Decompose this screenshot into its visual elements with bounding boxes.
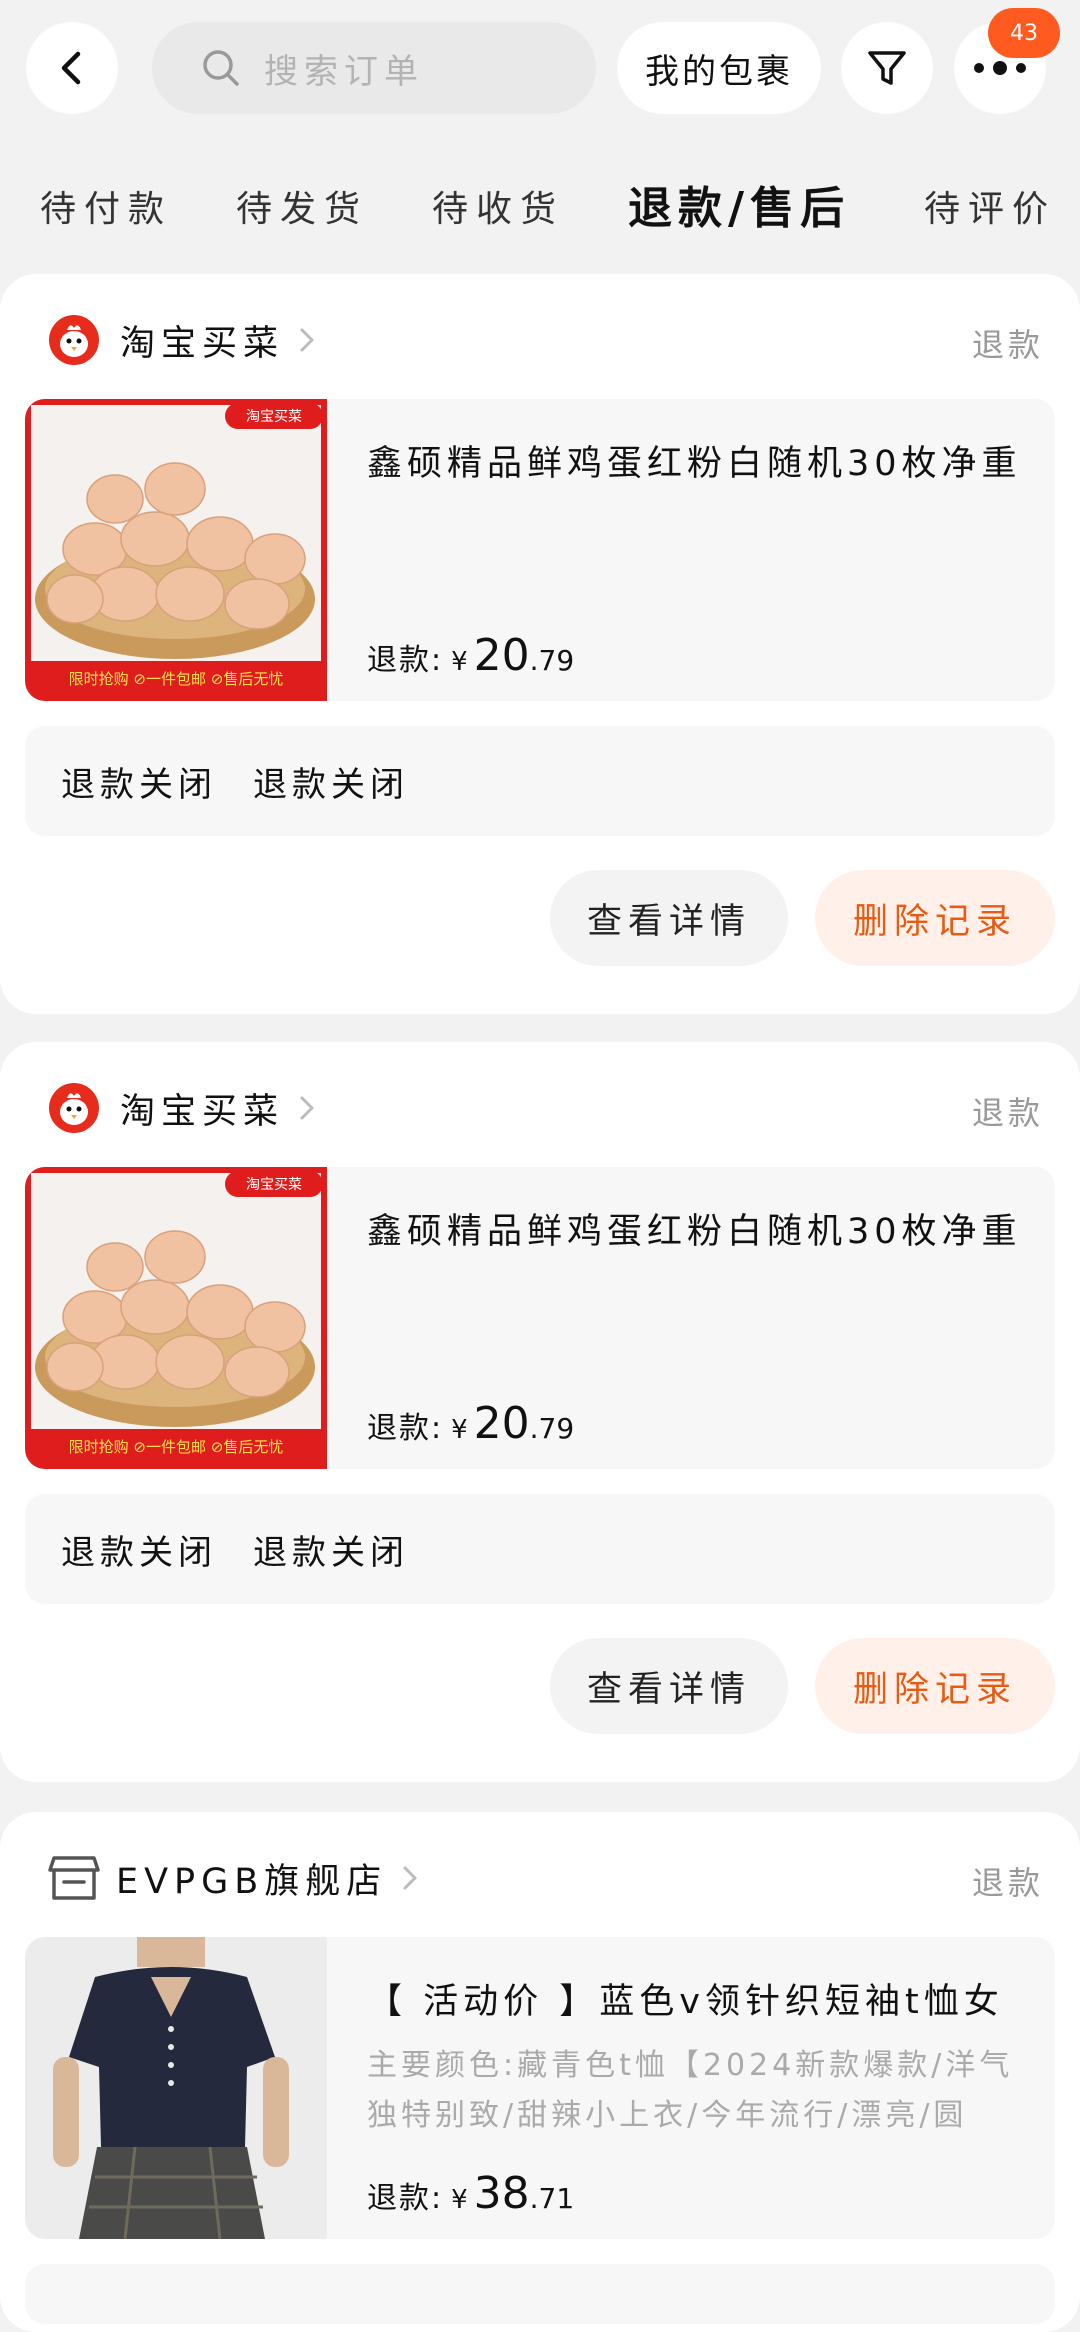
product-title: 鑫硕精品鲜鸡蛋红粉白随机30枚净重 (367, 444, 1022, 484)
image-banner-bottom: 限时抢购 ⊘一件包邮 ⊘售后无忧 (69, 670, 284, 688)
taobao-maicai-logo-icon (49, 315, 99, 365)
chevron-right-icon (403, 1866, 417, 1890)
order-status: 退款 (971, 1864, 1044, 1902)
currency-symbol: ¥ (451, 647, 468, 677)
refund-amount: 退款: ¥ 38 .71 (367, 2168, 574, 2219)
shop-name: 淘宝买菜 (120, 323, 285, 364)
price-integer: 20 (473, 1398, 530, 1449)
tab-pending-review[interactable]: 待评价 (924, 180, 1056, 232)
chevron-right-icon (300, 1096, 314, 1120)
delete-record-button[interactable]: 删除记录 (815, 870, 1055, 966)
taobao-maicai-logo-icon (49, 1083, 99, 1133)
store-icon (48, 1856, 100, 1900)
tab-pending-receipt[interactable]: 待收货 (432, 180, 564, 232)
delete-record-button[interactable]: 删除记录 (815, 1638, 1055, 1734)
price-integer: 20 (473, 630, 530, 681)
shop-link[interactable]: 淘宝买菜 (48, 1082, 316, 1134)
order-tabs: 待付款 待发货 待收货 退款/售后 待评价 (0, 160, 1080, 250)
refund-amount: 退款: ¥ 20 .79 (367, 1398, 574, 1449)
refund-amount-label: 退款: (367, 2181, 444, 2216)
order-status: 退款 (971, 326, 1044, 364)
notification-badge: 43 (988, 8, 1060, 58)
product-image: 淘宝买菜 限时抢购 ⊘一件包邮 ⊘售后无忧 (25, 1167, 327, 1469)
refund-amount: 退款: ¥ 20 .79 (367, 630, 574, 681)
product-image (25, 1937, 327, 2239)
order-status: 退款 (971, 1094, 1044, 1132)
image-banner-bottom: 限时抢购 ⊘一件包邮 ⊘售后无忧 (69, 1438, 284, 1456)
more-icon (974, 61, 1026, 75)
my-packages-button[interactable]: 我的包裹 (617, 22, 821, 114)
order-card: EVPGB旗舰店 退款 【 活动价 】蓝色v领针织短袖t恤女 主要颜色:藏青色t… (0, 1812, 1080, 2332)
refund-amount-label: 退款: (367, 643, 444, 678)
refund-status-detail: 退款关闭 (253, 764, 409, 805)
order-card: 淘宝买菜 退款 淘宝买菜 限时抢购 ⊘一件包邮 ⊘售后无忧 鑫硕精品鲜鸡蛋红粉白… (0, 1042, 1080, 1782)
refund-status-detail: 退款关闭 (253, 1532, 409, 1573)
tab-pending-shipment[interactable]: 待发货 (236, 180, 368, 232)
tab-pending-payment[interactable]: 待付款 (40, 180, 172, 232)
top-bar: 搜索订单 我的包裹 43 (0, 0, 1080, 140)
product-spec: 主要颜色:藏青色t恤【2024新款爆款/洋气独特别致/甜辣小上衣/今年流行/漂亮… (367, 2048, 1014, 2133)
product-title: 鑫硕精品鲜鸡蛋红粉白随机30枚净重 (367, 1212, 1022, 1252)
image-banner-top: 淘宝买菜 (246, 1177, 302, 1193)
price-decimal: .71 (529, 2182, 575, 2215)
search-icon (203, 50, 239, 86)
chevron-right-icon (300, 328, 314, 352)
shop-name: EVPGB旗舰店 (116, 1861, 388, 1902)
tab-refund-aftersale[interactable]: 退款/售后 (628, 172, 850, 236)
shop-link[interactable]: 淘宝买菜 (48, 314, 316, 366)
filter-button[interactable] (841, 22, 933, 114)
refund-status-box[interactable]: 退款关闭 退款关闭 (25, 1494, 1055, 1604)
shop-name: 淘宝买菜 (120, 1091, 285, 1132)
price-decimal: .79 (529, 644, 575, 677)
product-item[interactable]: 【 活动价 】蓝色v领针织短袖t恤女 主要颜色:藏青色t恤【2024新款爆款/洋… (25, 1937, 1055, 2239)
price-decimal: .79 (529, 1412, 575, 1445)
refund-amount-label: 退款: (367, 1411, 444, 1446)
refund-status-text: 退款关闭 (61, 764, 217, 805)
refund-status-box (25, 2264, 1055, 2324)
price-integer: 38 (473, 2168, 530, 2219)
search-placeholder: 搜索订单 (264, 51, 424, 92)
search-input[interactable]: 搜索订单 (152, 22, 596, 114)
view-details-button[interactable]: 查看详情 (550, 870, 788, 966)
currency-symbol: ¥ (451, 1415, 468, 1445)
currency-symbol: ¥ (451, 2185, 468, 2215)
shop-link[interactable]: EVPGB旗舰店 (48, 1852, 419, 1904)
view-details-button[interactable]: 查看详情 (550, 1638, 788, 1734)
refund-status-box[interactable]: 退款关闭 退款关闭 (25, 726, 1055, 836)
back-arrow-icon (61, 51, 81, 85)
back-button[interactable] (26, 22, 118, 114)
filter-icon (868, 51, 906, 85)
image-banner-top: 淘宝买菜 (246, 409, 302, 425)
product-item[interactable]: 淘宝买菜 限时抢购 ⊘一件包邮 ⊘售后无忧 鑫硕精品鲜鸡蛋红粉白随机30枚净重 … (25, 399, 1055, 701)
product-item[interactable]: 淘宝买菜 限时抢购 ⊘一件包邮 ⊘售后无忧 鑫硕精品鲜鸡蛋红粉白随机30枚净重 … (25, 1167, 1055, 1469)
product-image: 淘宝买菜 限时抢购 ⊘一件包邮 ⊘售后无忧 (25, 399, 327, 701)
product-title: 【 活动价 】蓝色v领针织短袖t恤女 (367, 1982, 1004, 2022)
order-card: 淘宝买菜 退款 淘宝买菜 限时抢购 ⊘一件包邮 ⊘售后无忧 鑫硕精品鲜鸡蛋红粉白… (0, 274, 1080, 1014)
refund-status-text: 退款关闭 (61, 1532, 217, 1573)
